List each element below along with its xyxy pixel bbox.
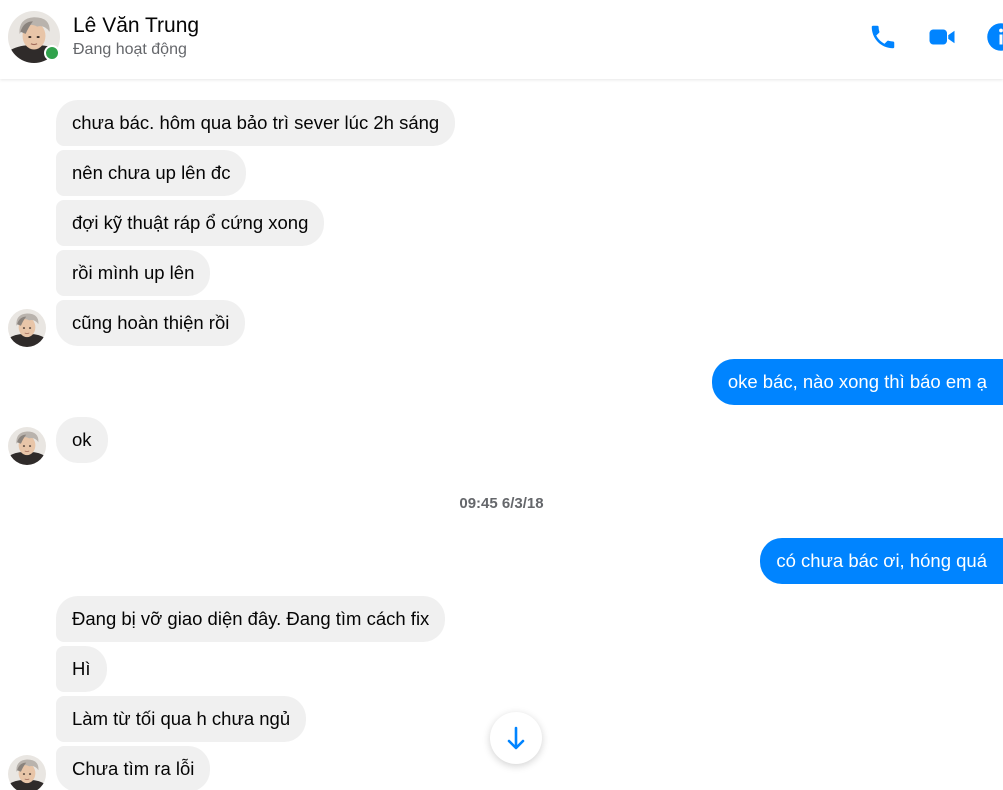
chat-header: Lê Văn Trung Đang hoạt động (0, 0, 1003, 79)
message-bubble-incoming[interactable]: cũng hoàn thiện rồi (56, 300, 246, 346)
message-bubble-outgoing[interactable]: có chưa bác ơi, hóng quá (760, 538, 1003, 584)
message-bubble-incoming[interactable]: đợi kỹ thuật ráp ổ cứng xong (56, 200, 325, 246)
arrow-down-icon (507, 726, 525, 750)
message-bubble-incoming[interactable]: Làm từ tối qua h chưa ngủ (56, 696, 307, 742)
message-bubble-incoming[interactable]: Đang bị vỡ giao diện đây. Đang tìm cách … (56, 596, 446, 642)
message-bubble-incoming[interactable]: chưa bác. hôm qua bảo trì sever lúc 2h s… (56, 100, 456, 146)
contact-status: Đang hoạt động (73, 41, 187, 58)
message-bubble-outgoing[interactable]: oke bác, nào xong thì báo em ạ (711, 359, 1003, 405)
sender-avatar[interactable] (8, 309, 46, 347)
contact-name[interactable]: Lê Văn Trung (73, 14, 199, 38)
info-icon[interactable] (986, 22, 1003, 52)
message-bubble-incoming[interactable]: ok (56, 417, 108, 463)
message-list[interactable]: chưa bác. hôm qua bảo trì sever lúc 2h s… (0, 79, 1003, 790)
message-bubble-incoming[interactable]: nên chưa up lên đc (56, 150, 247, 196)
message-bubble-incoming[interactable]: Chưa tìm ra lỗi (56, 746, 211, 790)
sender-avatar[interactable] (8, 755, 46, 790)
phone-icon[interactable] (868, 22, 898, 52)
message-bubble-incoming[interactable]: Hì (56, 646, 107, 692)
video-icon[interactable] (927, 22, 957, 52)
message-bubble-incoming[interactable]: rồi mình up lên (56, 250, 211, 296)
scroll-to-bottom-button[interactable] (490, 712, 542, 764)
sender-avatar[interactable] (8, 427, 46, 465)
message-timestamp: 09:45 6/3/18 (459, 495, 544, 512)
online-status-dot (44, 45, 60, 61)
